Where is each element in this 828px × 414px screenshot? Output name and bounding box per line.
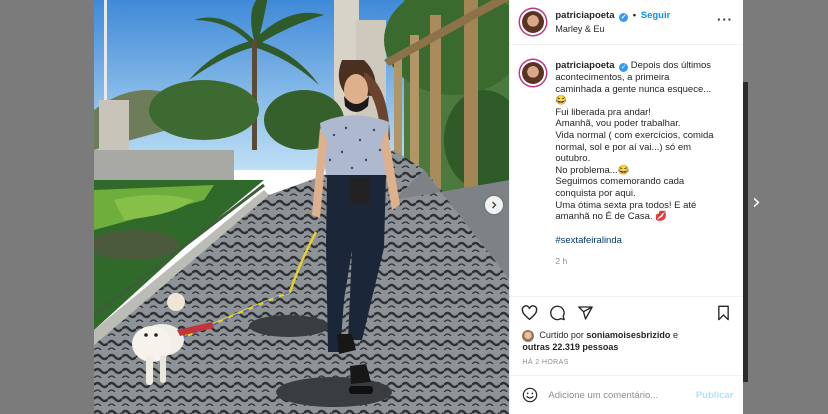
background-post-edge [743,82,748,382]
comment-icon[interactable] [549,305,566,321]
post-photo[interactable] [94,0,510,414]
post-header: patriciapoeta ✓ • Seguir Marley & Eu ··· [510,0,743,45]
caption-line: No problema...😂 [555,164,630,176]
caption-line: Depois dos últimos [630,60,712,71]
chevron-right-icon [492,201,497,209]
caption-time: 2 h [555,256,568,267]
photo-scene [94,0,510,414]
avatar[interactable] [520,9,547,35]
caption-line: amanhã no É de Casa. 💋 [555,211,668,223]
caption-line: Vida normal ( com exercícios, comida [555,129,714,141]
publish-button[interactable]: Publicar [696,390,734,401]
caption-username[interactable]: patriciapoeta [555,60,614,71]
caption-line: acontecimentos, a primeira [555,72,670,83]
verified-badge-icon: ✓ [619,63,629,72]
caption-line: Uma ótima sexta pra todos! E até [555,199,697,211]
likes-prefix: Curtido por [539,330,584,340]
bookmark-icon[interactable] [716,305,731,321]
username-link[interactable]: patriciapoeta [555,10,614,21]
liker-username[interactable]: soniamoisesbrizido [586,330,670,340]
caption-line: conquista por aqui. [555,187,636,199]
chevron-right-icon[interactable]: › [752,190,761,215]
post-side-panel: patriciapoeta ✓ • Seguir Marley & Eu ···… [509,0,743,414]
likes-and: e [672,330,678,340]
caption: patriciapoeta ✓ Depois dos últimos acont… [520,60,735,268]
header-user-line: patriciapoeta ✓ • Seguir [555,10,670,22]
hashtag-link[interactable]: #sextafeiralinda [555,235,735,247]
share-icon[interactable] [577,305,594,321]
likes-summary: Curtido por soniamoisesbrizido e outras … [522,329,678,353]
post-timestamp[interactable]: HÁ 2 HORAS [522,359,568,366]
caption-line: Seguimos comemorando cada [555,176,685,188]
verified-badge-icon: ✓ [619,13,629,22]
post-modal: patriciapoeta ✓ • Seguir Marley & Eu ···… [94,0,743,414]
emoji-icon[interactable] [522,387,538,403]
caption-text: patriciapoeta ✓ Depois dos últimos acont… [555,60,735,268]
caption-line: normal, sol e por aí vai...) só em [555,141,692,153]
more-options-icon[interactable]: ··· [717,12,733,27]
caption-line: Amanhã, vou poder trabalhar. [555,118,681,130]
separator-dot: • [632,10,637,21]
location-link[interactable]: Marley & Eu [555,24,604,34]
comment-input[interactable] [548,386,689,404]
heart-icon[interactable] [521,305,538,321]
follow-button[interactable]: Seguir [641,10,671,21]
caption-line: caminhada a gente nunca esquece... [555,83,712,95]
photo-next-button[interactable] [485,196,503,214]
likes-others-link[interactable]: outras 22.319 pessoas [522,341,678,353]
caption-line: 😂 [555,95,568,107]
caption-line: outubro. [555,153,591,165]
caption-avatar[interactable] [520,60,547,86]
action-bar [510,296,743,327]
caption-line: Fui liberada pra andar! [555,106,651,118]
comment-bar: Publicar [510,375,743,414]
